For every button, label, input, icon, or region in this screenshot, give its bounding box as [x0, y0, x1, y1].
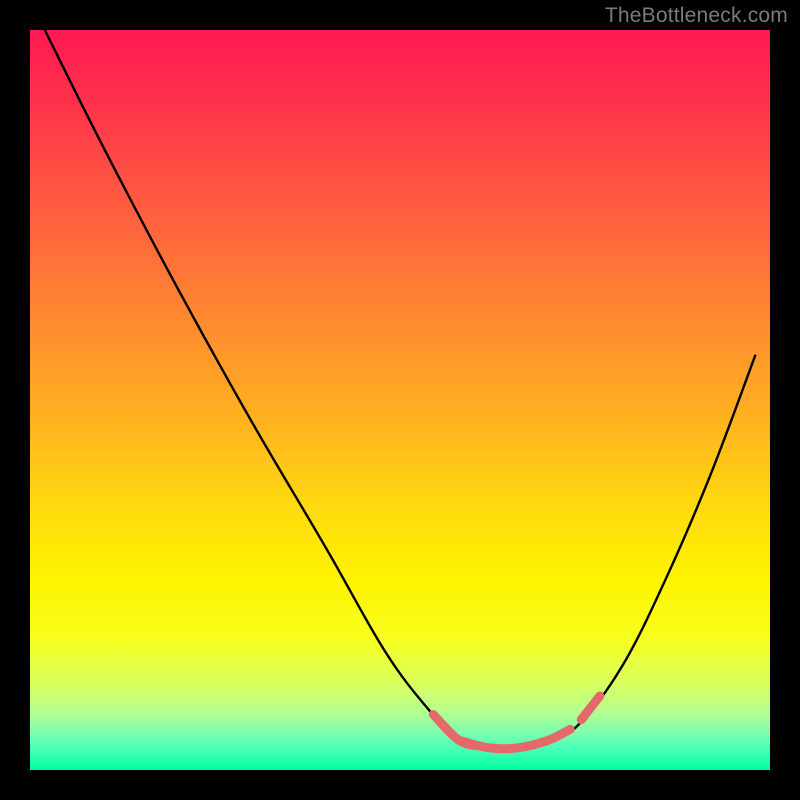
bottleneck-curve: [45, 30, 755, 749]
highlight-right: [581, 696, 600, 720]
highlight-bottom: [459, 729, 570, 748]
curve-layer: [30, 30, 770, 770]
watermark-text: TheBottleneck.com: [605, 4, 788, 28]
chart-frame: TheBottleneck.com: [0, 0, 800, 800]
plot-area: [30, 30, 770, 770]
